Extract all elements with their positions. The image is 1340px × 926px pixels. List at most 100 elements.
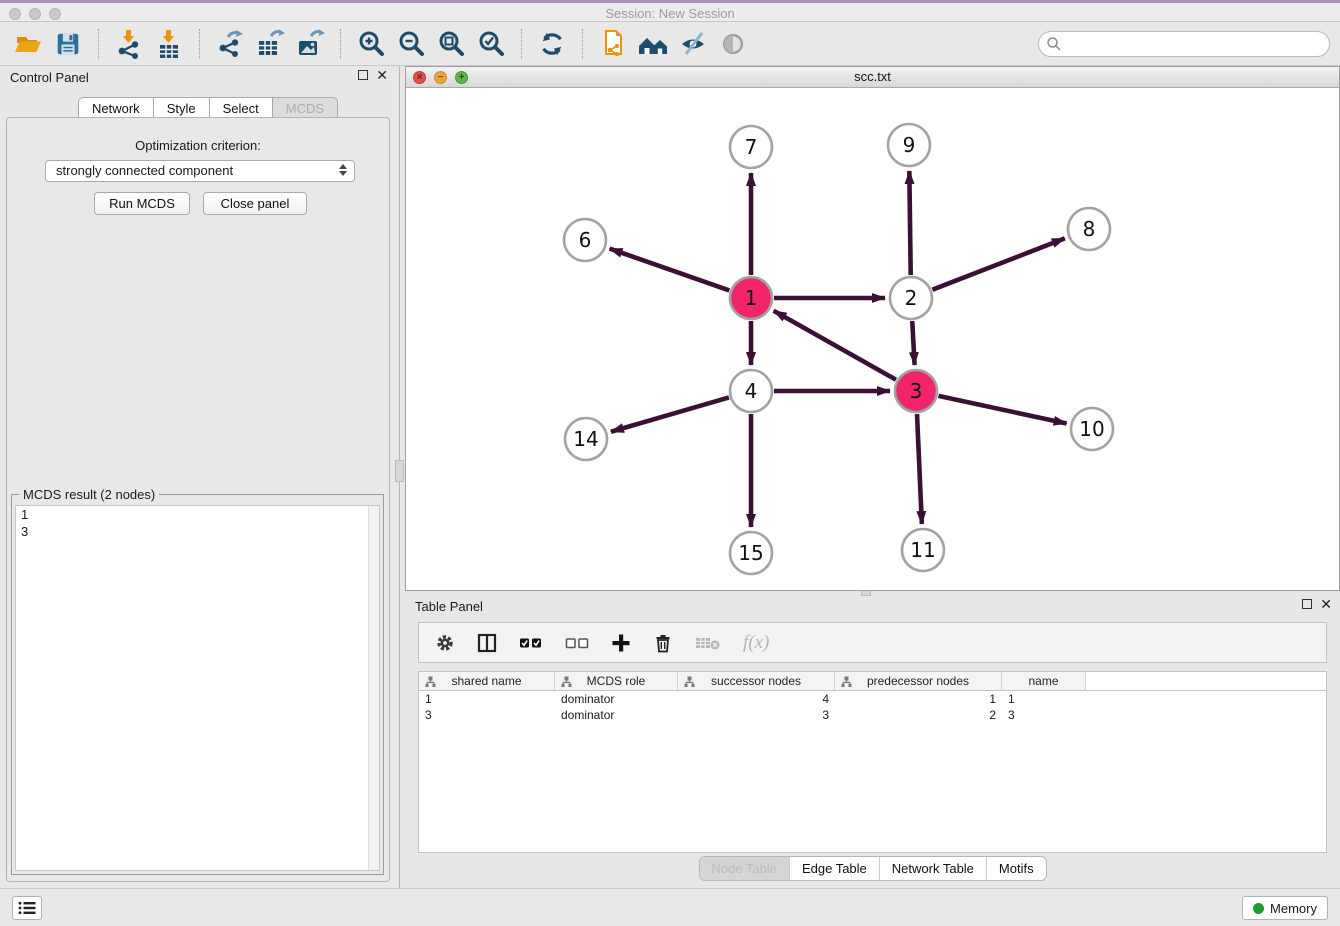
graph-edge-3-1[interactable] — [774, 311, 896, 380]
mcds-result-title: MCDS result (2 nodes) — [19, 487, 159, 502]
run-mcds-button[interactable]: Run MCDS — [94, 192, 190, 215]
graph-node-label-1: 1 — [745, 286, 758, 310]
column-header-MCDS-role[interactable]: MCDS role — [555, 672, 678, 690]
export-table-button[interactable] — [252, 26, 288, 62]
criterion-select[interactable]: strongly connected component — [45, 160, 355, 182]
zoom-fit-button[interactable] — [433, 26, 469, 62]
delete-table-icon-disabled — [695, 633, 721, 653]
graph-node-label-11: 11 — [910, 538, 935, 562]
export-table-icon — [255, 29, 285, 59]
graph-edge-4-14[interactable] — [611, 397, 729, 431]
table-cell[interactable]: 3 — [1002, 708, 1086, 722]
import-network-button[interactable] — [111, 26, 147, 62]
graph-edge-2-8[interactable] — [932, 238, 1064, 289]
mcds-tab-content: Optimization criterion: strongly connect… — [6, 117, 390, 882]
home-view-button[interactable] — [635, 26, 671, 62]
clone-network-button[interactable] — [595, 26, 631, 62]
zoom-in-icon — [356, 29, 386, 59]
zoom-selected-button[interactable] — [473, 26, 509, 62]
hide-panels-button[interactable] — [675, 26, 711, 62]
table-header-row: shared nameMCDS rolesuccessor nodesprede… — [419, 672, 1326, 691]
import-network-icon — [114, 29, 144, 59]
tab-network-table[interactable]: Network Table — [879, 857, 986, 880]
network-window-titlebar[interactable]: × − + scc.txt — [406, 67, 1339, 88]
export-image-button[interactable] — [292, 26, 328, 62]
graph-edge-2-3[interactable] — [912, 321, 914, 365]
toolbar-separator — [199, 29, 200, 59]
close-panel-button[interactable]: Close panel — [203, 192, 307, 215]
toolbar-search — [1038, 31, 1330, 57]
vertical-splitter-grip[interactable] — [395, 460, 404, 482]
column-header-shared-name[interactable]: shared name — [419, 672, 555, 690]
tab-node-table[interactable]: Node Table — [699, 857, 789, 880]
table-cell[interactable]: dominator — [555, 692, 678, 706]
toolbar-separator — [582, 29, 583, 59]
column-header-name[interactable]: name — [1002, 672, 1086, 690]
zoom-in-button[interactable] — [353, 26, 389, 62]
graph-node-label-2: 2 — [905, 286, 918, 310]
settings-gear-icon[interactable] — [435, 633, 455, 653]
open-session-button[interactable] — [10, 26, 46, 62]
export-network-button[interactable] — [212, 26, 248, 62]
table-cell[interactable]: 4 — [678, 692, 835, 706]
criterion-value: strongly connected component — [56, 163, 233, 178]
table-cell[interactable]: 1 — [1002, 692, 1086, 706]
zoom-out-button[interactable] — [393, 26, 429, 62]
import-table-icon — [154, 29, 184, 59]
close-panel-icon[interactable]: ✕ — [376, 70, 388, 80]
table-cell[interactable]: 1 — [835, 692, 1002, 706]
mcds-result-list[interactable]: 13 — [15, 505, 380, 871]
table-cell[interactable]: dominator — [555, 708, 678, 722]
graph-node-label-3: 3 — [910, 379, 923, 403]
zoom-out-icon — [396, 29, 426, 59]
close-table-panel-icon[interactable]: ✕ — [1320, 599, 1332, 609]
search-input[interactable] — [1038, 31, 1330, 57]
graph-edge-2-9[interactable] — [909, 171, 910, 275]
graph-edge-3-11[interactable] — [917, 414, 922, 524]
graph-edge-1-6[interactable] — [610, 249, 730, 291]
result-item: 1 — [16, 506, 379, 523]
table-row[interactable]: 1dominator411 — [419, 691, 1326, 707]
list-icon — [18, 901, 36, 915]
export-image-icon — [295, 29, 325, 59]
column-header-predecessor-nodes[interactable]: predecessor nodes — [835, 672, 1002, 690]
inactive-toggle-button[interactable] — [715, 26, 751, 62]
delete-column-trash-icon[interactable] — [653, 633, 673, 653]
float-panel-icon[interactable] — [358, 70, 368, 80]
network-window: × − + scc.txt 7968124314101511 — [405, 66, 1340, 591]
select-updown-icon — [339, 164, 347, 176]
network-canvas[interactable]: 7968124314101511 — [406, 88, 1339, 590]
result-scrollbar[interactable] — [368, 506, 379, 870]
add-column-icon[interactable] — [611, 633, 631, 653]
table-toolbar: f(x) — [418, 622, 1327, 663]
mcds-result-box: MCDS result (2 nodes) 13 — [11, 494, 384, 875]
home-icon — [637, 29, 669, 59]
table-tabs: Node TableEdge TableNetwork TableMotifs — [698, 856, 1046, 881]
tab-motifs[interactable]: Motifs — [986, 857, 1046, 880]
table-cell[interactable]: 1 — [419, 692, 555, 706]
memory-button[interactable]: Memory — [1242, 896, 1328, 920]
task-history-button[interactable] — [12, 896, 42, 920]
refresh-icon — [538, 30, 566, 58]
refresh-styles-button[interactable] — [534, 26, 570, 62]
toolbar-separator — [340, 29, 341, 59]
graph-edge-3-10[interactable] — [938, 396, 1066, 424]
graph-node-label-14: 14 — [573, 427, 598, 451]
column-header-successor-nodes[interactable]: successor nodes — [678, 672, 835, 690]
table-row[interactable]: 3dominator323 — [419, 707, 1326, 723]
graph-node-label-6: 6 — [579, 228, 592, 252]
memory-label: Memory — [1270, 901, 1317, 916]
split-panel-icon[interactable] — [477, 633, 497, 653]
table-cell[interactable]: 3 — [419, 708, 555, 722]
disabled-eye-icon — [719, 30, 747, 58]
float-table-panel-icon[interactable] — [1302, 599, 1312, 609]
network-title: scc.txt — [406, 69, 1339, 84]
tab-edge-table[interactable]: Edge Table — [789, 857, 879, 880]
import-table-button[interactable] — [151, 26, 187, 62]
save-session-button[interactable] — [50, 26, 86, 62]
app-titlebar: Session: New Session — [0, 0, 1340, 22]
deselect-all-icon[interactable] — [565, 633, 589, 653]
table-cell[interactable]: 2 — [835, 708, 1002, 722]
table-cell[interactable]: 3 — [678, 708, 835, 722]
select-all-icon[interactable] — [519, 633, 543, 653]
